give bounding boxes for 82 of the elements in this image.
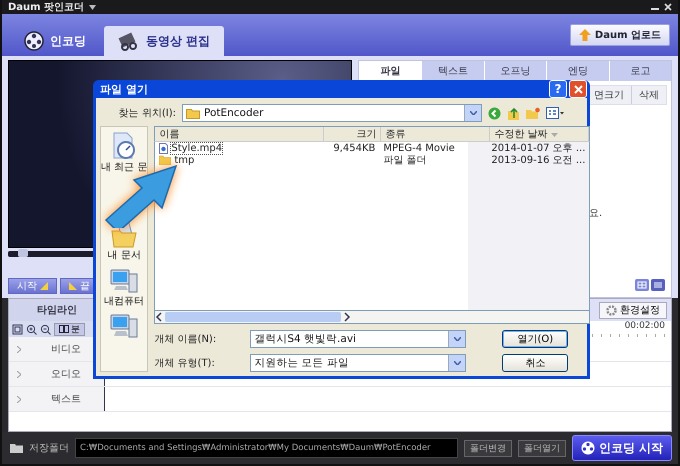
look-in-label: 찾는 위치(I): bbox=[118, 107, 176, 120]
help-button[interactable]: ? bbox=[549, 80, 567, 98]
track-header[interactable]: 오디오 bbox=[9, 362, 105, 386]
new-folder-icon[interactable] bbox=[526, 106, 540, 120]
time-label: 00:02:00 bbox=[624, 321, 665, 331]
track-header[interactable]: 텍스트 bbox=[9, 387, 105, 411]
save-folder-label: 저장폴더 bbox=[29, 442, 69, 455]
column-header[interactable]: 종류 bbox=[381, 127, 490, 141]
triangle-icon bbox=[40, 282, 48, 290]
file-type: 파일 폴더 bbox=[383, 155, 427, 166]
chevron-icon bbox=[17, 370, 21, 378]
zoom-in-icon[interactable] bbox=[26, 324, 37, 334]
network-computer-icon[interactable] bbox=[110, 314, 138, 340]
horizontal-scrollbar[interactable] bbox=[154, 310, 590, 324]
file-date: 2013-09-16 오전 ... bbox=[491, 155, 586, 166]
caret-icon[interactable] bbox=[89, 4, 96, 10]
settings-button[interactable]: 환경설정 bbox=[599, 302, 667, 318]
back-icon[interactable] bbox=[488, 106, 501, 120]
cancel-button[interactable]: 취소 bbox=[502, 354, 568, 372]
file-type-dropdown[interactable]: 지원하는 모든 파일 bbox=[250, 354, 466, 372]
hint-text: 요. bbox=[589, 208, 602, 219]
track-name: 오디오 bbox=[51, 368, 81, 381]
film-reel-icon bbox=[24, 31, 44, 51]
main-tab[interactable]: 인코딩 bbox=[10, 26, 100, 56]
close-icon bbox=[574, 84, 582, 94]
place-label[interactable]: 내 문서 bbox=[108, 248, 141, 262]
up-folder-icon[interactable] bbox=[507, 106, 520, 120]
column-header[interactable]: 이름 bbox=[155, 127, 324, 141]
file-type: MPEG-4 Movie bbox=[383, 142, 455, 154]
file-size: 9,454KB bbox=[333, 142, 376, 154]
toolbar-button[interactable]: 삭제 bbox=[631, 86, 666, 104]
folder-button[interactable]: 폴더열기 bbox=[518, 440, 566, 456]
computer-icon[interactable] bbox=[110, 268, 138, 294]
open-button[interactable]: 열기(O) bbox=[502, 330, 568, 348]
view-menu-icon[interactable] bbox=[546, 107, 564, 119]
place-label[interactable]: 내 최근 문 bbox=[101, 160, 148, 174]
encode-button[interactable]: 인코딩 시작 bbox=[572, 435, 672, 461]
folder-button[interactable]: 폴더변경 bbox=[464, 440, 512, 456]
file-name-field[interactable]: 갤럭시S4 햇빛락.avi bbox=[250, 330, 466, 348]
edit-tab[interactable]: 로고 bbox=[608, 61, 672, 81]
file-name[interactable]: tmp bbox=[173, 154, 196, 166]
seek-thumb[interactable] bbox=[18, 249, 28, 257]
file-date: 2014-01-07 오후 ... bbox=[491, 143, 586, 154]
list-view-icon[interactable] bbox=[651, 279, 665, 291]
folder-icon bbox=[186, 108, 200, 118]
column-header[interactable]: 크기 bbox=[324, 127, 382, 141]
film-reel-icon bbox=[580, 441, 595, 455]
edit-tab[interactable]: 엔딩 bbox=[546, 61, 609, 81]
chevron-icon bbox=[17, 346, 21, 352]
chevron-icon bbox=[17, 396, 21, 402]
main-tab[interactable]: 동영상 편집 bbox=[104, 26, 224, 56]
scroll-left-icon[interactable] bbox=[155, 312, 164, 322]
split-button[interactable]: 분 bbox=[54, 322, 85, 336]
track-name: 텍스트 bbox=[51, 393, 81, 406]
track-name: 비디오 bbox=[51, 343, 81, 356]
triangle-icon bbox=[69, 282, 77, 290]
zoom-out-icon[interactable] bbox=[40, 324, 51, 334]
column-header[interactable]: 수정한 날짜 bbox=[490, 127, 590, 141]
path-field[interactable]: C:₩Documents and Settings₩Administrator₩My Documents₩Daum₩PotEncoder bbox=[75, 438, 458, 458]
video-file-icon bbox=[159, 142, 168, 154]
look-in-dropdown[interactable]: PotEncoder bbox=[182, 104, 482, 122]
sort-icon bbox=[550, 133, 558, 137]
scroll-right-icon[interactable] bbox=[343, 312, 352, 322]
window-title: Daum 팟인코더 bbox=[8, 1, 84, 14]
upload-button[interactable]: Daum 업로드 bbox=[570, 24, 670, 46]
place-label[interactable]: 내컴퓨터 bbox=[104, 294, 144, 308]
edit-tab[interactable]: 오프닝 bbox=[484, 61, 546, 81]
edit-tab[interactable]: 파일 bbox=[359, 61, 422, 81]
dialog-title: 파일 열기 bbox=[100, 82, 148, 96]
file-name[interactable]: Style.mp4 bbox=[170, 142, 224, 154]
file-name-label: 개체 이름(N): bbox=[153, 333, 218, 346]
clock-document-icon[interactable] bbox=[111, 132, 138, 160]
settings-icon bbox=[606, 304, 617, 316]
grid-view-icon[interactable] bbox=[635, 279, 649, 291]
edit-tab[interactable]: 텍스트 bbox=[421, 61, 484, 81]
up-arrow-icon bbox=[578, 29, 591, 41]
close-button[interactable] bbox=[569, 80, 587, 98]
folder-icon bbox=[10, 443, 23, 453]
split-icon bbox=[59, 325, 69, 333]
fit-icon[interactable] bbox=[12, 324, 23, 334]
file-type-label: 개체 유형(T): bbox=[153, 357, 216, 370]
close-icon[interactable] bbox=[664, 3, 672, 11]
